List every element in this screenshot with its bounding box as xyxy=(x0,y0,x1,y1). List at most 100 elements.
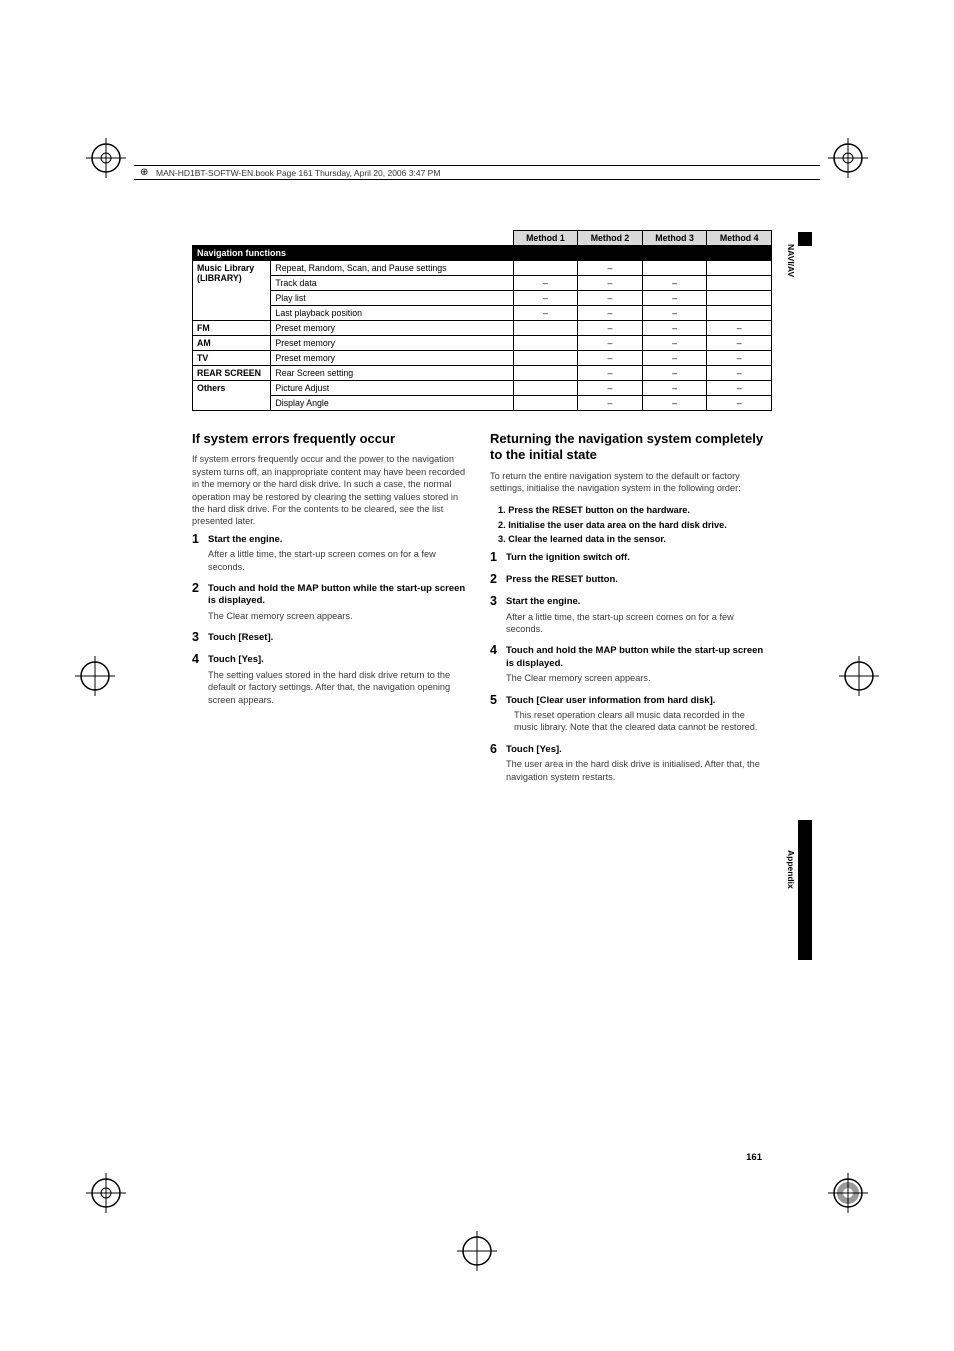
method-cell: – xyxy=(707,366,772,381)
method-cell: – xyxy=(707,396,772,411)
method-cell: – xyxy=(642,276,707,291)
method-cell xyxy=(513,261,578,276)
row-label: AM xyxy=(193,336,271,351)
step-title: Touch and hold the MAP button while the … xyxy=(506,645,770,670)
crop-mark-icon xyxy=(839,656,879,696)
method-cell: – xyxy=(578,306,643,321)
crop-mark-icon xyxy=(828,138,868,178)
row-desc: Preset memory xyxy=(271,336,513,351)
step-title: Press the RESET button. xyxy=(506,574,770,586)
method-cell: – xyxy=(707,321,772,336)
header-strip: ⊕ MAN-HD1BT-SOFTW-EN.book Page 161 Thurs… xyxy=(134,165,820,180)
content-area: Method 1 Method 2 Method 3 Method 4 Navi… xyxy=(192,230,772,793)
side-label-navi: NAVI/AV xyxy=(786,244,796,277)
step-item: 1 Turn the ignition switch off. xyxy=(490,552,770,564)
step-number: 5 xyxy=(490,693,497,707)
left-heading: If system errors frequently occur xyxy=(192,431,472,447)
substep-item: 3. Clear the learned data in the sensor. xyxy=(498,533,770,545)
substep-item: 2. Initialise the user data area on the … xyxy=(498,519,770,531)
row-label: TV xyxy=(193,351,271,366)
step-number: 2 xyxy=(192,581,199,595)
method-cell: – xyxy=(642,351,707,366)
method-cell: – xyxy=(707,351,772,366)
step-number: 4 xyxy=(490,643,497,657)
method-cell: – xyxy=(578,291,643,306)
step-title: Start the engine. xyxy=(208,534,472,546)
substep-item: 1. Press the RESET button on the hardwar… xyxy=(498,504,770,516)
step-body: This reset operation clears all music da… xyxy=(506,709,770,734)
row-desc: Picture Adjust xyxy=(271,381,513,396)
step-number: 3 xyxy=(192,630,199,644)
step-body: The user area in the hard disk drive is … xyxy=(506,758,770,783)
methods-table: Method 1 Method 2 Method 3 Method 4 Navi… xyxy=(192,230,772,411)
right-heading: Returning the navigation system complete… xyxy=(490,431,770,464)
col-method3: Method 3 xyxy=(642,231,707,246)
step-number: 1 xyxy=(192,532,199,546)
method-cell: – xyxy=(642,396,707,411)
step-item: 1 Start the engine. After a little time, t… xyxy=(192,534,472,573)
method-cell xyxy=(707,306,772,321)
crop-mark-icon xyxy=(86,1173,126,1213)
side-label-appendix: Appendix xyxy=(786,850,796,889)
row-label: FM xyxy=(193,321,271,336)
row-label: REAR SCREEN xyxy=(193,366,271,381)
crop-mark-icon xyxy=(828,1173,868,1213)
step-title: Touch [Yes]. xyxy=(208,654,472,666)
method-cell xyxy=(513,381,578,396)
method-cell xyxy=(707,261,772,276)
header-ornament-icon: ⊕ xyxy=(140,168,150,178)
header-running-text: MAN-HD1BT-SOFTW-EN.book Page 161 Thursda… xyxy=(156,168,440,178)
left-column: If system errors frequently occur If sys… xyxy=(192,431,472,793)
left-intro: If system errors frequently occur and th… xyxy=(192,453,472,528)
step-body: The Clear memory screen appears. xyxy=(208,610,472,622)
row-desc: Preset memory xyxy=(271,351,513,366)
page-number: 161 xyxy=(746,1152,762,1163)
step-body: After a little time, the start-up screen… xyxy=(506,611,770,636)
method-cell: – xyxy=(513,291,578,306)
method-cell: – xyxy=(642,366,707,381)
method-cell: – xyxy=(578,276,643,291)
crop-mark-icon xyxy=(86,138,126,178)
step-title: Turn the ignition switch off. xyxy=(506,552,770,564)
step-title: Start the engine. xyxy=(506,596,770,608)
crop-mark-icon xyxy=(75,656,115,696)
method-cell: – xyxy=(642,381,707,396)
row-desc: Track data xyxy=(271,276,513,291)
method-cell xyxy=(513,366,578,381)
step-number: 6 xyxy=(490,742,497,756)
col-method1: Method 1 xyxy=(513,231,578,246)
method-cell xyxy=(513,336,578,351)
step-number: 1 xyxy=(490,550,497,564)
crop-mark-icon xyxy=(457,1231,497,1271)
method-cell xyxy=(513,351,578,366)
step-body: After a little time, the start-up screen… xyxy=(208,548,472,573)
step-title: Touch [Reset]. xyxy=(208,632,472,644)
side-tab-top xyxy=(798,232,812,246)
step-body: The setting values stored in the hard di… xyxy=(208,669,472,706)
method-cell: – xyxy=(642,321,707,336)
method-cell xyxy=(707,276,772,291)
row-desc: Play list xyxy=(271,291,513,306)
col-method2: Method 2 xyxy=(578,231,643,246)
right-intro: To return the entire navigation system t… xyxy=(490,470,770,495)
row-desc: Preset memory xyxy=(271,321,513,336)
page: ⊕ MAN-HD1BT-SOFTW-EN.book Page 161 Thurs… xyxy=(0,0,954,1351)
step-item: 6 Touch [Yes]. The user area in the hard d… xyxy=(490,744,770,783)
method-cell: – xyxy=(642,306,707,321)
step-number: 2 xyxy=(490,572,497,586)
method-cell: – xyxy=(707,381,772,396)
method-cell: – xyxy=(707,336,772,351)
step-title: Touch [Yes]. xyxy=(506,744,770,756)
method-cell: – xyxy=(578,396,643,411)
step-body: The Clear memory screen appears. xyxy=(506,672,770,684)
method-cell: – xyxy=(578,336,643,351)
step-item: 5Touch [Clear user information from hard… xyxy=(490,695,770,734)
step-number: 3 xyxy=(490,594,497,608)
row-desc: Display Angle xyxy=(271,396,513,411)
method-cell: – xyxy=(578,351,643,366)
method-cell: – xyxy=(578,261,643,276)
row-label: Music Library (LIBRARY) xyxy=(193,261,271,321)
row-desc: Rear Screen setting xyxy=(271,366,513,381)
side-tab-appendix xyxy=(798,820,812,960)
step-item: 3 Touch [Reset]. xyxy=(192,632,472,644)
